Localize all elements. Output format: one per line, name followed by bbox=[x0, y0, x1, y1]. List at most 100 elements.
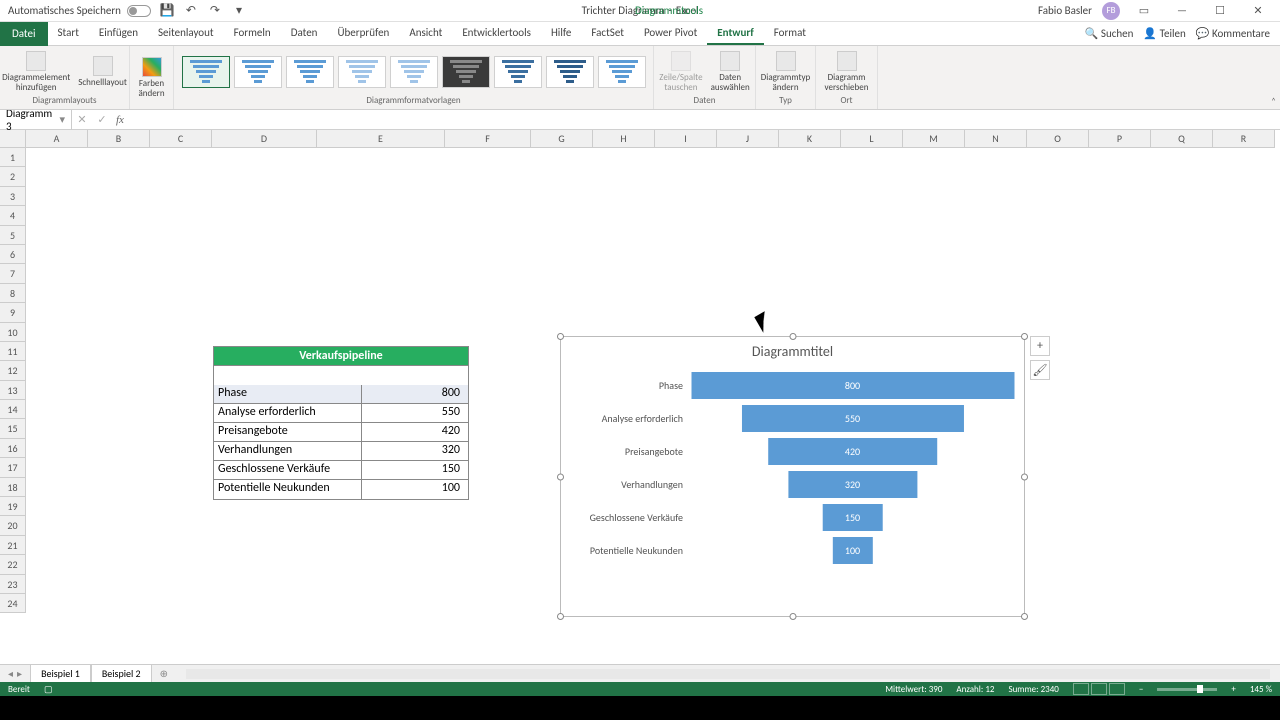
add-sheet-button[interactable]: ⊕ bbox=[152, 667, 176, 680]
chart-styles-button[interactable]: 🖌 bbox=[1030, 360, 1050, 380]
table-row[interactable]: Potentielle Neukunden100 bbox=[214, 480, 468, 499]
switch-row-col-button[interactable]: Zeile/Spalte tauschen bbox=[657, 49, 704, 95]
row-header-4[interactable]: 4 bbox=[0, 206, 26, 225]
row-header-7[interactable]: 7 bbox=[0, 264, 26, 283]
ribbon-tab-hilfe[interactable]: Hilfe bbox=[541, 22, 581, 45]
chart-style-6[interactable] bbox=[442, 56, 490, 88]
row-header-5[interactable]: 5 bbox=[0, 226, 26, 245]
funnel-bar[interactable]: 150 bbox=[822, 504, 883, 531]
column-header-B[interactable]: B bbox=[88, 130, 150, 148]
chart-style-8[interactable] bbox=[546, 56, 594, 88]
chart-style-1[interactable] bbox=[182, 56, 230, 88]
funnel-row[interactable]: Analyse erforderlich550 bbox=[571, 405, 1014, 432]
row-header-21[interactable]: 21 bbox=[0, 536, 26, 555]
funnel-bar[interactable]: 320 bbox=[788, 471, 917, 498]
resize-handle[interactable] bbox=[557, 333, 564, 340]
funnel-bar[interactable]: 100 bbox=[832, 537, 872, 564]
table-row[interactable]: Verhandlungen320 bbox=[214, 442, 468, 461]
ribbon-tab-daten[interactable]: Daten bbox=[281, 22, 328, 45]
sheet-tab[interactable]: Beispiel 2 bbox=[91, 664, 152, 684]
row-header-3[interactable]: 3 bbox=[0, 187, 26, 206]
funnel-row[interactable]: Geschlossene Verkäufe150 bbox=[571, 504, 1014, 531]
ribbon-mode-icon[interactable]: ▭ bbox=[1130, 1, 1158, 21]
ribbon-tab-formeln[interactable]: Formeln bbox=[224, 22, 281, 45]
collapse-ribbon-icon[interactable]: ˄ bbox=[1271, 96, 1276, 107]
column-header-G[interactable]: G bbox=[531, 130, 593, 148]
chart-style-9[interactable] bbox=[598, 56, 646, 88]
column-header-L[interactable]: L bbox=[841, 130, 903, 148]
chart-style-2[interactable] bbox=[234, 56, 282, 88]
row-header-20[interactable]: 20 bbox=[0, 516, 26, 535]
share-button[interactable]: 👤 Teilen bbox=[1143, 27, 1185, 40]
column-header-I[interactable]: I bbox=[655, 130, 717, 148]
horizontal-scrollbar[interactable] bbox=[186, 669, 1270, 679]
ribbon-tab-factset[interactable]: FactSet bbox=[581, 22, 634, 45]
ribbon-tab-entwurf[interactable]: Entwurf bbox=[707, 22, 763, 45]
funnel-row[interactable]: Potentielle Neukunden100 bbox=[571, 537, 1014, 564]
row-header-14[interactable]: 14 bbox=[0, 400, 26, 419]
view-normal-icon[interactable] bbox=[1073, 683, 1089, 695]
column-header-J[interactable]: J bbox=[717, 130, 779, 148]
ribbon-tab-seitenlayout[interactable]: Seitenlayout bbox=[148, 22, 224, 45]
close-icon[interactable]: ✕ bbox=[1244, 1, 1272, 21]
undo-icon[interactable]: ↶ bbox=[183, 3, 199, 19]
chart-style-7[interactable] bbox=[494, 56, 542, 88]
funnel-bar[interactable]: 800 bbox=[691, 372, 1014, 399]
auto-save-toggle[interactable]: Automatisches Speichern bbox=[8, 4, 151, 17]
resize-handle[interactable] bbox=[1021, 613, 1028, 620]
column-header-D[interactable]: D bbox=[212, 130, 317, 148]
row-header-1[interactable]: 1 bbox=[0, 148, 26, 167]
row-header-18[interactable]: 18 bbox=[0, 478, 26, 497]
column-header-R[interactable]: R bbox=[1213, 130, 1275, 148]
table-row[interactable]: Preisangebote420 bbox=[214, 423, 468, 442]
zoom-level[interactable]: 145 % bbox=[1250, 684, 1272, 695]
chart-style-3[interactable] bbox=[286, 56, 334, 88]
row-header-24[interactable]: 24 bbox=[0, 594, 26, 613]
toggle-off-icon[interactable] bbox=[127, 5, 151, 17]
column-header-M[interactable]: M bbox=[903, 130, 965, 148]
funnel-row[interactable]: Phase800 bbox=[571, 372, 1014, 399]
row-header-12[interactable]: 12 bbox=[0, 361, 26, 380]
zoom-in-icon[interactable]: + bbox=[1231, 684, 1235, 695]
table-row[interactable]: Analyse erforderlich550 bbox=[214, 404, 468, 423]
zoom-out-icon[interactable]: − bbox=[1139, 684, 1143, 695]
column-header-F[interactable]: F bbox=[445, 130, 531, 148]
move-chart-button[interactable]: Diagramm verschieben bbox=[822, 49, 871, 95]
column-header-H[interactable]: H bbox=[593, 130, 655, 148]
resize-handle[interactable] bbox=[1021, 333, 1028, 340]
ribbon-tab-start[interactable]: Start bbox=[48, 22, 89, 45]
column-header-E[interactable]: E bbox=[317, 130, 445, 148]
column-header-P[interactable]: P bbox=[1089, 130, 1151, 148]
column-header-O[interactable]: O bbox=[1027, 130, 1089, 148]
chart-style-4[interactable] bbox=[338, 56, 386, 88]
chart-object[interactable]: Diagrammtitel Phase800 Analyse erforderli… bbox=[560, 336, 1025, 617]
change-colors-button[interactable]: Farben ändern bbox=[136, 55, 167, 101]
select-all-corner[interactable] bbox=[0, 130, 26, 148]
redo-icon[interactable]: ↷ bbox=[207, 3, 223, 19]
ribbon-tab-power pivot[interactable]: Power Pivot bbox=[634, 22, 707, 45]
resize-handle[interactable] bbox=[789, 613, 796, 620]
chart-title[interactable]: Diagrammtitel bbox=[561, 337, 1024, 362]
resize-handle[interactable] bbox=[789, 333, 796, 340]
row-header-22[interactable]: 22 bbox=[0, 555, 26, 574]
row-header-19[interactable]: 19 bbox=[0, 497, 26, 516]
column-header-C[interactable]: C bbox=[150, 130, 212, 148]
funnel-row[interactable]: Preisangebote420 bbox=[571, 438, 1014, 465]
minimize-icon[interactable]: — bbox=[1168, 1, 1196, 21]
cancel-formula-icon[interactable]: ✕ bbox=[72, 113, 92, 126]
worksheet-grid[interactable]: ABCDEFGHIJKLMNOPQR 123456789101112131415… bbox=[0, 130, 1280, 633]
row-header-8[interactable]: 8 bbox=[0, 284, 26, 303]
fx-icon[interactable]: fx bbox=[112, 114, 128, 126]
comments-button[interactable]: 💬 Kommentare bbox=[1196, 27, 1270, 40]
column-header-K[interactable]: K bbox=[779, 130, 841, 148]
chart-style-5[interactable] bbox=[390, 56, 438, 88]
row-header-6[interactable]: 6 bbox=[0, 245, 26, 264]
row-header-10[interactable]: 10 bbox=[0, 323, 26, 342]
row-header-11[interactable]: 11 bbox=[0, 342, 26, 361]
avatar[interactable]: FB bbox=[1102, 2, 1120, 20]
ribbon-tab-format[interactable]: Format bbox=[764, 22, 816, 45]
save-icon[interactable]: 💾 bbox=[159, 3, 175, 19]
file-tab[interactable]: Datei bbox=[0, 22, 48, 46]
macro-record-icon[interactable]: ▢ bbox=[44, 684, 53, 695]
row-header-23[interactable]: 23 bbox=[0, 575, 26, 594]
